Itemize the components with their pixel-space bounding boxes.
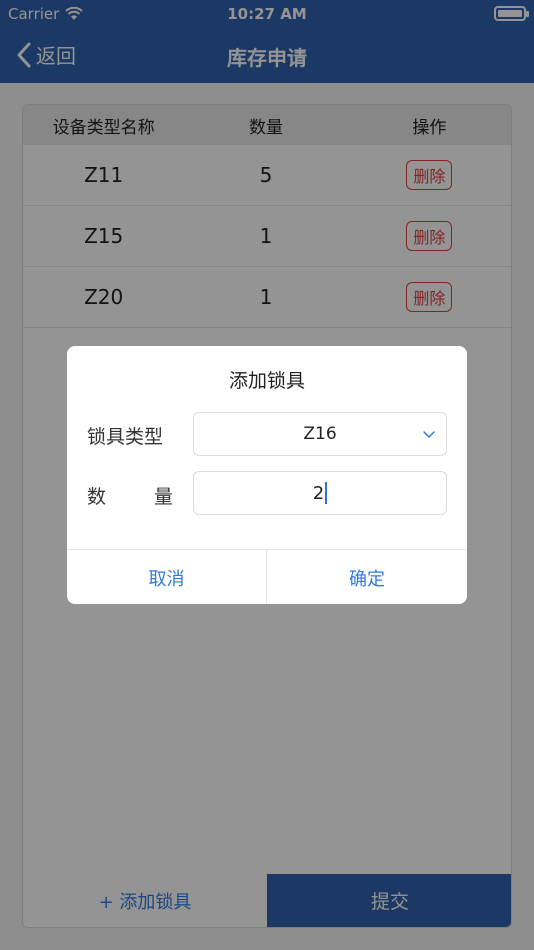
dialog-actions: 取消 确定	[67, 549, 467, 604]
chevron-down-icon	[423, 431, 435, 438]
quantity-value: 2	[312, 482, 325, 504]
lock-type-select[interactable]: Z16	[193, 412, 447, 456]
lock-type-label: 锁具类型	[87, 426, 164, 448]
dialog-title: 添加锁具	[228, 370, 305, 392]
quantity-input[interactable]: 2	[193, 471, 447, 515]
cancel-button[interactable]: 取消	[67, 550, 267, 604]
quantity-label-b: 量	[153, 486, 173, 508]
quantity-label: 数 量	[87, 482, 173, 509]
quantity-label-a: 数	[87, 486, 107, 508]
text-cursor	[325, 482, 328, 504]
add-lock-dialog: 添加锁具 锁具类型 Z16 数 量 2 取消 确定	[67, 346, 467, 604]
confirm-button[interactable]: 确定	[267, 550, 467, 604]
lock-type-value: Z16	[303, 424, 337, 444]
